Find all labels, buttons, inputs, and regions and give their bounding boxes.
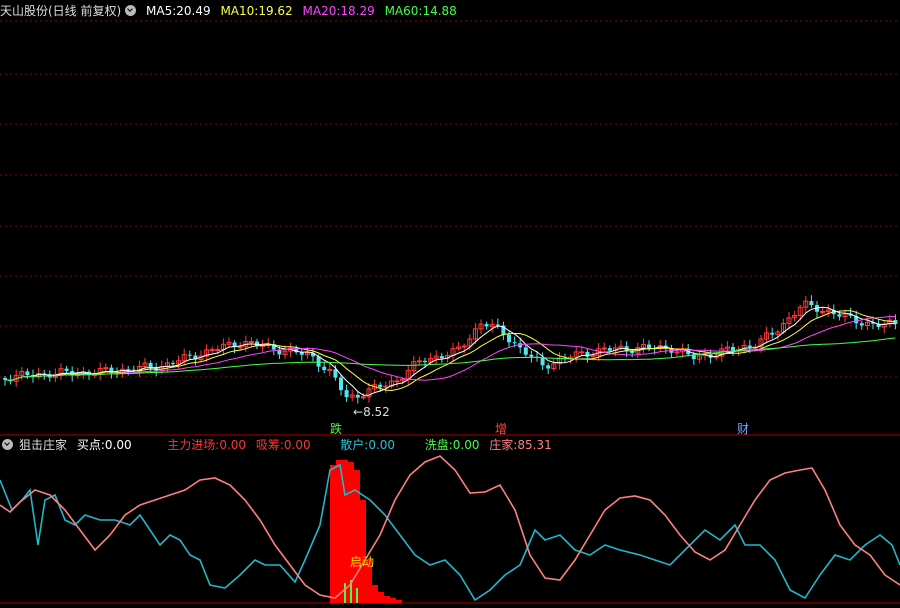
indicator-panel	[0, 455, 900, 603]
chart-grid	[0, 20, 900, 604]
candle-body	[579, 351, 585, 354]
candle-body	[461, 345, 467, 348]
capital-bar	[384, 596, 390, 603]
candle-body	[859, 323, 864, 326]
candle-body	[327, 368, 333, 371]
candle-body	[103, 367, 109, 370]
candle-body	[607, 348, 612, 351]
signal-launch-label: 启动	[350, 555, 375, 569]
washout-bar	[356, 588, 358, 603]
candle-body	[647, 344, 651, 349]
buy-point-label: 买点: 0.00	[76, 438, 132, 452]
candle-body	[809, 301, 814, 306]
candle-body	[339, 377, 343, 391]
candle-body	[423, 360, 427, 363]
main-entry-label: 主力进场: 0.00	[167, 438, 247, 452]
candle-body	[255, 341, 259, 346]
retail-line	[0, 463, 900, 602]
candle-body	[171, 362, 175, 364]
candle-body	[237, 346, 243, 349]
ma60-label: MA60: 14.88	[384, 4, 457, 18]
candle-body	[333, 369, 338, 378]
candle-body	[360, 396, 366, 399]
washout-bar	[344, 583, 346, 603]
candle-body	[731, 347, 735, 351]
capital-bar	[390, 598, 396, 603]
indicator-name[interactable]: 狙击庄家	[19, 437, 67, 453]
main-chart-header: 天山股份(日线 前复权) MA5: 20.49 MA10: 19.62 MA20…	[0, 3, 463, 19]
capital-bar	[396, 600, 402, 603]
washout-label: 洗盘: 0.00	[424, 438, 480, 452]
candle-body	[770, 332, 775, 335]
candle-body	[148, 362, 153, 368]
candle-body	[209, 349, 215, 352]
candle-body	[529, 354, 534, 357]
marker-zeng[interactable]: 增	[495, 420, 507, 437]
candle-body	[64, 368, 69, 371]
ma60-line	[4, 337, 896, 382]
dealer-line	[0, 455, 900, 599]
capital-bar	[330, 465, 336, 603]
candle-body	[215, 349, 221, 352]
candle-body	[674, 351, 680, 354]
accumulate-label: 吸筹: 0.00	[255, 438, 311, 452]
candle-body	[416, 360, 422, 363]
candle-body	[820, 310, 826, 313]
candle-body	[585, 351, 590, 357]
candle-body	[546, 365, 551, 369]
candle-body	[484, 324, 489, 327]
candle-body	[25, 371, 30, 376]
ma10-label: MA10: 19.62	[220, 4, 293, 18]
capital-bar	[378, 592, 384, 603]
candle-body	[601, 347, 607, 350]
marker-die[interactable]: 跌	[330, 420, 342, 437]
kline-chart[interactable]	[0, 0, 900, 608]
capital-bar	[372, 585, 378, 603]
settings-dropdown-icon[interactable]	[125, 5, 137, 16]
ma5-line	[4, 306, 896, 396]
candle-body	[187, 354, 192, 356]
candle-body	[355, 394, 360, 398]
candle-body	[394, 380, 400, 383]
indicator-dropdown-icon[interactable]	[2, 439, 13, 450]
marker-cai[interactable]: 财	[737, 420, 749, 437]
indicator-header: 狙击庄家 买点: 0.00 主力进场: 0.00 吸筹: 0.00 散户: 0.…	[0, 437, 558, 453]
stock-title[interactable]: 天山股份(日线 前复权)	[0, 3, 121, 19]
candle-body	[344, 390, 349, 398]
ma5-label: MA5: 20.49	[146, 4, 211, 18]
moving-averages	[4, 306, 896, 396]
candle-body	[747, 345, 752, 348]
candle-body	[322, 366, 327, 371]
low-price-annotation: ←8.52	[353, 405, 390, 419]
candle-body	[837, 314, 842, 317]
dealer-label: 庄家: 85.31	[489, 438, 552, 452]
capital-bar	[360, 500, 366, 603]
retail-label: 散户: 0.00	[340, 438, 396, 452]
candle-body	[540, 357, 545, 366]
ma20-label: MA20: 18.29	[302, 4, 375, 18]
candle-body	[248, 341, 254, 344]
candle-body	[439, 356, 444, 359]
candle-body	[495, 324, 500, 326]
capital-bar	[336, 460, 342, 603]
candle-body	[512, 342, 517, 344]
candle-body	[378, 384, 383, 388]
candle-body	[507, 334, 511, 343]
candle-body	[523, 347, 528, 355]
